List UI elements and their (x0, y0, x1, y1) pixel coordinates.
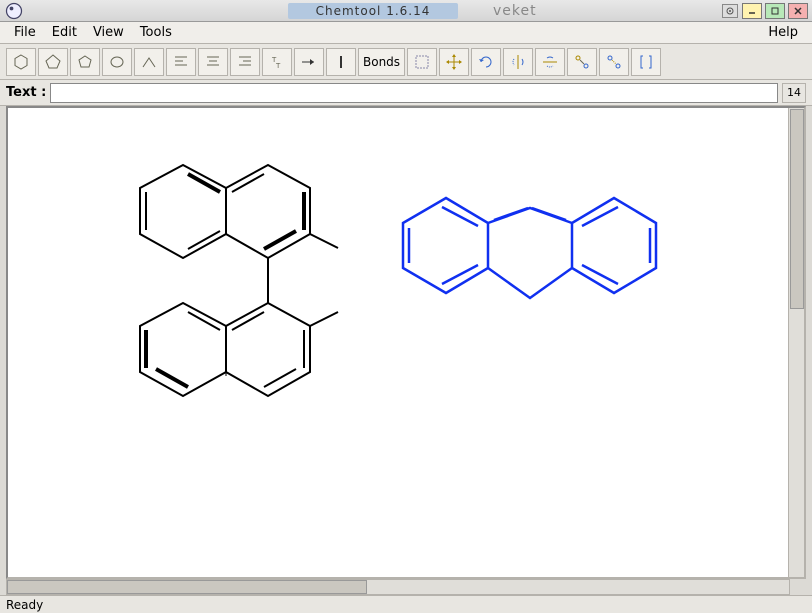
menubar: File Edit View Tools Help (0, 22, 812, 44)
close-button[interactable] (788, 3, 808, 19)
titlebar: Chemtool 1.6.14 veket (0, 0, 812, 22)
tool-select-box[interactable] (407, 48, 437, 76)
tool-align-left[interactable] (166, 48, 196, 76)
toolbar: TT Bonds (0, 44, 812, 80)
hscroll-thumb[interactable] (7, 580, 367, 594)
text-row: Text : 14 (0, 80, 812, 106)
tool-move[interactable] (439, 48, 469, 76)
tool-pentagon1[interactable] (38, 48, 68, 76)
menu-file[interactable]: File (6, 23, 44, 42)
menu-help[interactable]: Help (760, 23, 806, 42)
tool-bond-edit2[interactable] (599, 48, 629, 76)
canvas-wrap (6, 106, 806, 579)
status-text: Ready (6, 598, 43, 612)
tool-hexagon[interactable] (6, 48, 36, 76)
tool-align-right[interactable] (230, 48, 260, 76)
minimize-button[interactable] (742, 3, 762, 19)
horizontal-scrollbar[interactable] (6, 579, 790, 595)
pin-button[interactable] (722, 4, 738, 18)
text-input[interactable] (50, 83, 778, 103)
tool-bonds[interactable]: Bonds (358, 48, 405, 76)
app-title: Chemtool 1.6.14 (288, 3, 459, 19)
status-bar: Ready (0, 595, 812, 613)
tool-flip-v[interactable] (503, 48, 533, 76)
tool-circle[interactable] (102, 48, 132, 76)
maximize-button[interactable] (765, 3, 785, 19)
tool-arrow[interactable] (294, 48, 324, 76)
drawing-canvas[interactable] (8, 108, 788, 577)
tool-angle[interactable] (134, 48, 164, 76)
menu-view[interactable]: View (85, 23, 132, 42)
app-icon (4, 1, 24, 21)
tool-flip-h[interactable] (535, 48, 565, 76)
vertical-scrollbar[interactable] (788, 108, 804, 577)
tool-bond-edit[interactable] (567, 48, 597, 76)
os-title: veket (493, 3, 537, 19)
text-size-button[interactable]: 14 (782, 83, 806, 103)
menu-tools[interactable]: Tools (132, 23, 180, 42)
tool-align-center[interactable] (198, 48, 228, 76)
tool-line[interactable] (326, 48, 356, 76)
vscroll-thumb[interactable] (790, 109, 804, 309)
tool-bracket[interactable] (631, 48, 661, 76)
tool-pentagon2[interactable] (70, 48, 100, 76)
text-label: Text : (6, 85, 46, 100)
svg-text:T: T (275, 62, 281, 70)
tool-rotate[interactable] (471, 48, 501, 76)
menu-edit[interactable]: Edit (44, 23, 85, 42)
tool-text-tool[interactable]: TT (262, 48, 292, 76)
